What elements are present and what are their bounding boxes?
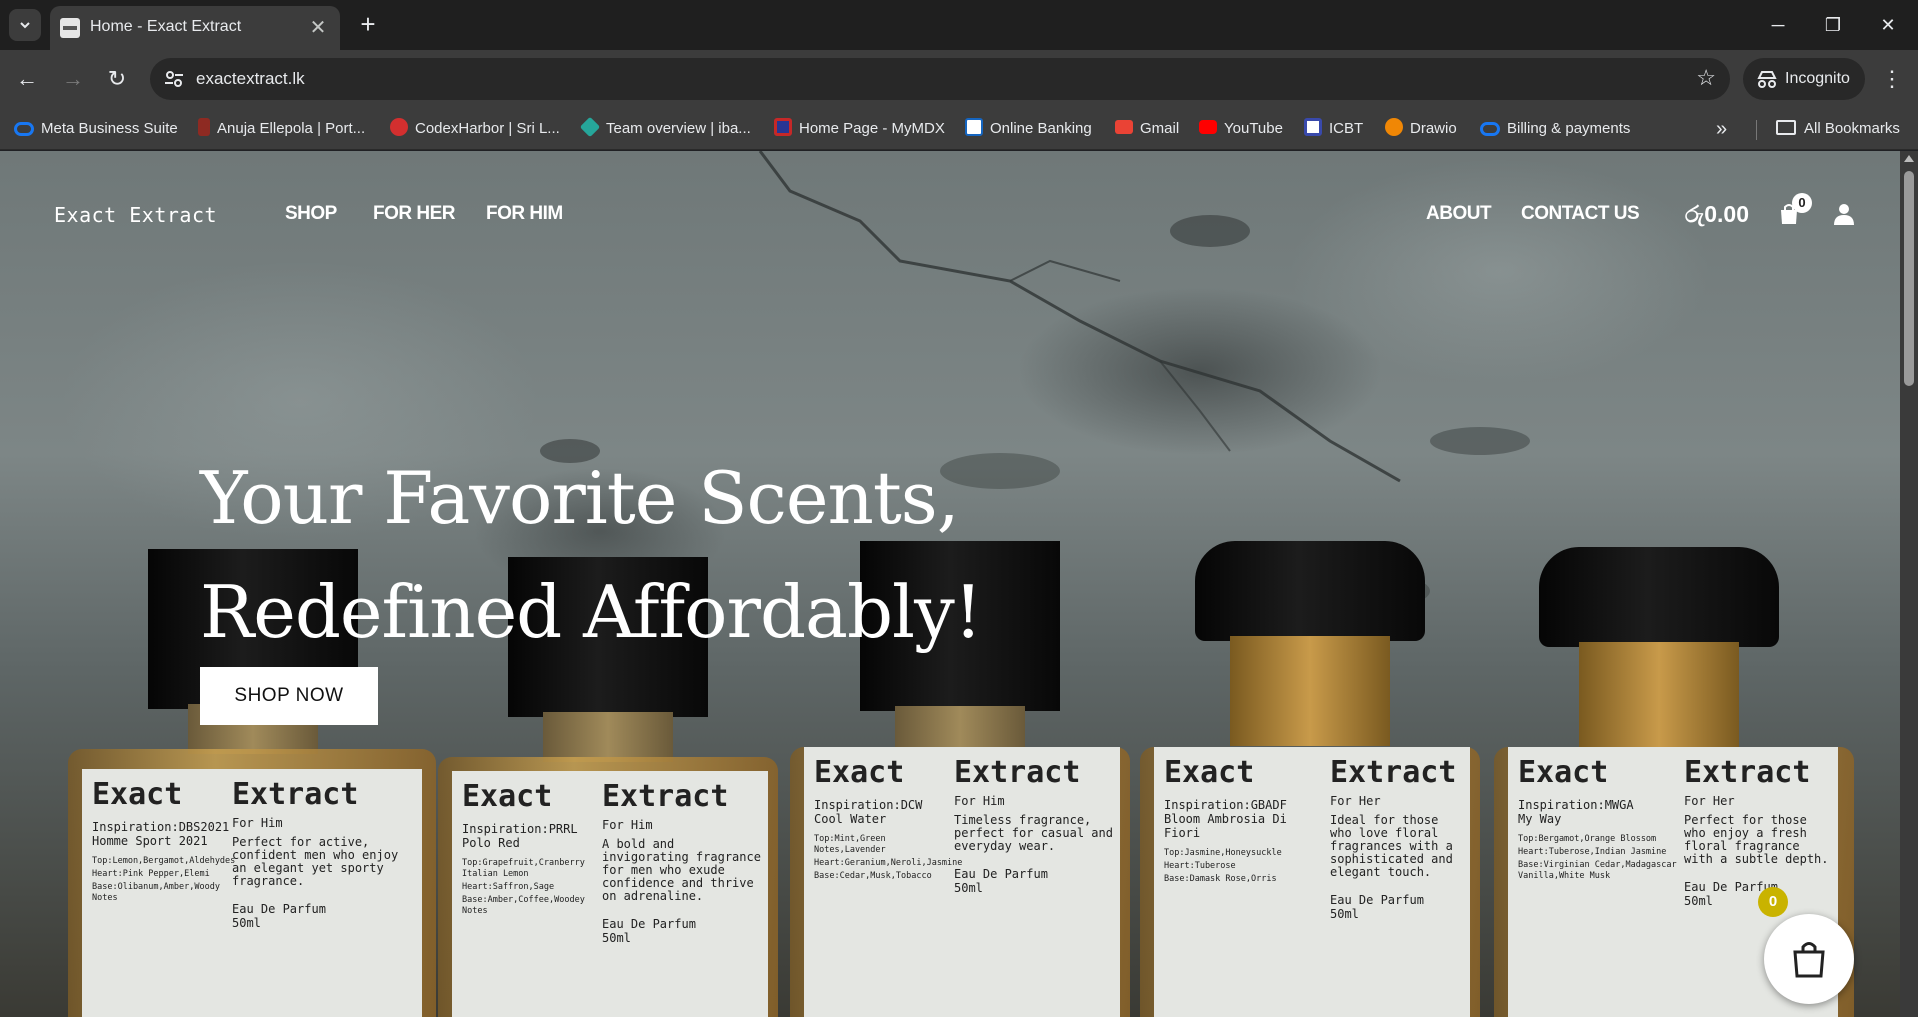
bookmark-codexharbor[interactable]: CodexHarbor | Sri L... (390, 117, 560, 141)
cart-total[interactable]: රු0.00 (1685, 201, 1749, 228)
youtube-icon (1199, 120, 1217, 134)
chevron-down-icon (20, 22, 30, 29)
meta-icon (1480, 122, 1500, 136)
page-viewport: Exact Inspiration:DBS2021 Homme Sport 20… (0, 151, 1918, 1017)
bottle-label: Exact Inspiration:PRRL Polo Red Top:Grap… (452, 771, 768, 1017)
site-logo[interactable]: Exact Extract (54, 203, 217, 227)
shopping-bag-icon (1793, 942, 1825, 978)
portfolio-icon (198, 118, 210, 136)
tab-search-button[interactable] (9, 9, 41, 41)
hero-heading-line-1: Your Favorite Scents, (200, 456, 960, 540)
floating-cart-count-badge: 0 (1758, 887, 1788, 917)
all-bookmarks-folder[interactable]: All Bookmarks (1776, 117, 1900, 141)
bookmark-youtube[interactable]: YouTube (1199, 117, 1283, 141)
browser-toolbar: ← → ↻ exactextract.lk ☆ Incognito ⋮ (0, 50, 1918, 108)
bookmark-drawio[interactable]: Drawio (1385, 117, 1457, 141)
browser-menu-icon[interactable]: ⋮ (1876, 63, 1908, 95)
bank-icon (965, 118, 983, 136)
bookmark-online-banking[interactable]: Online Banking (965, 117, 1092, 141)
hero-heading: Your Favorite Scents, Redefined Affordab… (200, 441, 983, 669)
nav-for-her[interactable]: FOR HER (373, 203, 456, 225)
bottle-label: Exact Inspiration:DBS2021 Homme Sport 20… (82, 769, 422, 1017)
bottle-cap (1195, 541, 1425, 641)
bottle-label: Exact Inspiration:DCW Cool Water Top:Min… (804, 747, 1120, 1017)
more-bookmarks-icon[interactable]: » (1716, 117, 1727, 141)
close-window-icon[interactable]: ✕ (1868, 10, 1908, 40)
hero-heading-line-2: Redefined Affordably! (200, 570, 983, 654)
bookmark-billing-payments[interactable]: Billing & payments (1480, 117, 1630, 141)
tab-close-icon[interactable]: ✕ (306, 16, 330, 40)
browser-tab-strip: Home - Exact Extract ✕ + ─ ❐ ✕ (0, 0, 1918, 50)
bottle-label: Exact Inspiration:GBADF Bloom Ambrosia D… (1154, 747, 1470, 1017)
bookmark-icbt[interactable]: ICBT (1304, 117, 1363, 141)
bookmark-team-overview[interactable]: Team overview | iba... (579, 116, 751, 141)
bookmark-meta-business-suite[interactable]: Meta Business Suite (14, 117, 178, 141)
reload-icon[interactable]: ↻ (101, 63, 133, 95)
meta-icon (14, 122, 34, 136)
minimize-icon[interactable]: ─ (1758, 10, 1798, 40)
url-text[interactable]: exactextract.lk (196, 69, 305, 89)
site-info-icon[interactable] (162, 67, 186, 91)
tab-title: Home - Exact Extract (90, 18, 242, 35)
new-tab-button[interactable]: + (352, 9, 384, 41)
cart-count-badge: 0 (1792, 193, 1812, 213)
bottle-cap (1539, 547, 1779, 647)
incognito-label: Incognito (1785, 70, 1850, 87)
nav-contact-us[interactable]: CONTACT US (1521, 203, 1640, 225)
perfume-bottle: Exact Inspiration:GBADF Bloom Ambrosia D… (1140, 541, 1480, 1017)
floating-cart-button[interactable] (1764, 914, 1854, 1004)
nav-about[interactable]: ABOUT (1426, 203, 1492, 225)
restore-icon[interactable]: ❐ (1813, 10, 1853, 40)
gmail-icon (1115, 120, 1133, 134)
incognito-indicator[interactable]: Incognito (1743, 58, 1865, 100)
bottle-neck (543, 712, 673, 762)
bookmark-anuja-portfolio[interactable]: Anuja Ellepola | Port... (198, 117, 365, 141)
bookmarks-divider (1756, 120, 1757, 140)
forward-icon[interactable]: → (57, 63, 89, 95)
bottle-neck (1579, 642, 1739, 752)
codexharbor-icon (390, 118, 408, 136)
diamond-icon (579, 116, 601, 138)
nav-for-him[interactable]: FOR HIM (486, 203, 563, 225)
bookmark-star-icon[interactable]: ☆ (1696, 65, 1716, 91)
back-icon[interactable]: ← (11, 63, 43, 95)
bookmark-gmail[interactable]: Gmail (1115, 117, 1179, 141)
bottle-neck (1230, 636, 1390, 746)
icbt-icon (1304, 118, 1322, 136)
active-tab[interactable]: Home - Exact Extract ✕ (50, 6, 340, 50)
folder-icon (1776, 120, 1796, 135)
user-account-icon[interactable] (1832, 202, 1856, 226)
drawio-icon (1385, 118, 1403, 136)
scrollbar-thumb[interactable] (1904, 171, 1914, 386)
site-favicon-icon (60, 18, 80, 38)
incognito-icon (1757, 71, 1777, 88)
bookmarks-bar: Meta Business Suite Anuja Ellepola | Por… (0, 108, 1918, 150)
mymdx-icon (774, 118, 792, 136)
scroll-up-arrow-icon[interactable] (1904, 155, 1914, 162)
page-scrollbar[interactable] (1900, 151, 1918, 1017)
bookmark-mymdx[interactable]: Home Page - MyMDX (774, 117, 945, 141)
address-bar[interactable]: exactextract.lk ☆ (150, 58, 1730, 100)
shop-now-button[interactable]: SHOP NOW (200, 667, 378, 725)
nav-shop[interactable]: SHOP (285, 203, 337, 225)
